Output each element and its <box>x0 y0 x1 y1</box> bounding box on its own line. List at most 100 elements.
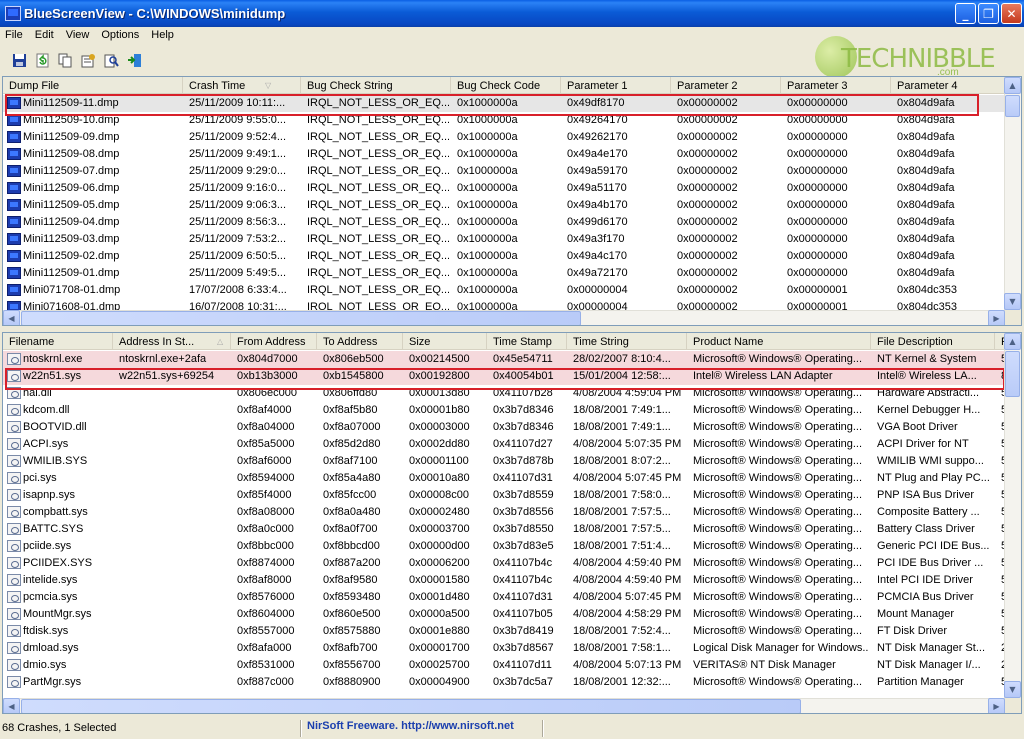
properties-icon[interactable] <box>79 51 97 69</box>
scroll-left-icon[interactable]: ◀ <box>3 698 20 713</box>
column-header[interactable]: Parameter 2 <box>671 77 781 94</box>
table-row[interactable]: kdcom.dll 0xf8af4000 0xf8af5b80 0x00001b80 0… <box>3 402 1005 419</box>
table-row[interactable]: pciide.sys 0xf8bbc000 0xf8bbcd00 0x00000d00… <box>3 538 1005 555</box>
crash-list-hscroll[interactable]: ◀ ▶ <box>3 310 1005 325</box>
table-row[interactable]: isapnp.sys 0xf85f4000 0xf85fcc00 0x00008c00… <box>3 487 1005 504</box>
table-row[interactable]: dmload.sys 0xf8afa000 0xf8afb700 0x00001700… <box>3 640 1005 657</box>
column-header[interactable]: Address In St... △ <box>113 333 231 350</box>
column-header[interactable]: Dump File <box>3 77 183 94</box>
table-row[interactable]: BATTC.SYS 0xf8a0c000 0xf8a0f700 0x00003700 0… <box>3 521 1005 538</box>
column-header[interactable]: From Address <box>231 333 317 350</box>
table-row[interactable]: MountMgr.sys 0xf8604000 0xf860e500 0x0000a5… <box>3 606 1005 623</box>
crash-list[interactable]: Dump File Crash Time ▽ Bug Check String Bug … <box>2 76 1022 326</box>
table-row[interactable]: compbatt.sys 0xf8a08000 0xf8a0a480 0x000024… <box>3 504 1005 521</box>
column-header[interactable]: Size <box>403 333 487 350</box>
driver-file-icon <box>7 642 21 654</box>
minimize-button[interactable]: _ <box>955 3 976 24</box>
save-icon[interactable] <box>10 51 28 69</box>
table-cell: 0x00001700 <box>409 642 470 654</box>
table-row[interactable]: Mini112509-01.dmp 25/11/2009 5:49:5... IRQ… <box>3 265 1005 282</box>
table-cell: 0x806eb500 <box>323 353 384 365</box>
driver-list-vscroll[interactable]: ▲ ▼ <box>1004 333 1021 698</box>
column-header[interactable]: Bug Check String <box>301 77 451 94</box>
table-row[interactable]: Mini112509-09.dmp 25/11/2009 9:52:4... IRQ… <box>3 129 1005 146</box>
table-cell: 25/11/2009 5:49:5... <box>189 267 287 279</box>
table-row[interactable]: WMILIB.SYS 0xf8af6000 0xf8af7100 0x00001100… <box>3 453 1005 470</box>
table-row[interactable]: Mini112509-04.dmp 25/11/2009 8:56:3... IRQ… <box>3 214 1005 231</box>
dump-file-icon <box>7 148 21 160</box>
table-cell: 0x3b7d83e5 <box>493 540 554 552</box>
table-row[interactable]: ntoskrnl.exe ntoskrnl.exe+2afa 0x804d7000 0… <box>3 351 1005 368</box>
menu-file[interactable]: File <box>0 27 29 41</box>
column-header[interactable]: Bug Check Code <box>451 77 561 94</box>
table-row[interactable]: hal.dll 0x806ec000 0x806ffd80 0x00013d80 0x4… <box>3 385 1005 402</box>
column-header[interactable]: Parameter 4 <box>891 77 1005 94</box>
column-header[interactable]: Product Name <box>687 333 871 350</box>
driver-list[interactable]: Filename Address In St... △ From Address To … <box>2 332 1022 714</box>
copy-icon[interactable] <box>56 51 74 69</box>
table-row[interactable]: intelide.sys 0xf8af8000 0xf8af9580 0x000015… <box>3 572 1005 589</box>
column-header[interactable]: To Address <box>317 333 403 350</box>
status-nirsoft-link[interactable]: NirSoft Freeware. http://www.nirsoft.net <box>307 720 514 732</box>
close-button[interactable]: ✕ <box>1001 3 1022 24</box>
hscroll-thumb[interactable] <box>21 699 801 713</box>
table-row[interactable]: w22n51.sys w22n51.sys+69254 0xb13b3000 0xb1… <box>3 368 1005 385</box>
table-row[interactable]: Mini071708-01.dmp 17/07/2008 6:33:4... IRQ… <box>3 282 1005 299</box>
table-cell: BATTC.SYS <box>23 523 84 535</box>
table-row[interactable]: pcmcia.sys 0xf8576000 0xf8593480 0x0001d480… <box>3 589 1005 606</box>
column-header[interactable]: Filename <box>3 333 113 350</box>
table-row[interactable]: Mini112509-11.dmp 25/11/2009 10:11:... IRQ… <box>3 95 1005 112</box>
sort-ascending-icon: △ <box>217 337 224 346</box>
vscroll-thumb[interactable] <box>1005 95 1020 117</box>
table-row[interactable]: Mini112509-10.dmp 25/11/2009 9:55:0... IRQ… <box>3 112 1005 129</box>
column-header[interactable]: Crash Time ▽ <box>183 77 301 94</box>
crash-list-vscroll[interactable]: ▲ ▼ <box>1004 77 1021 310</box>
column-header[interactable]: Time String <box>567 333 687 350</box>
table-row[interactable]: PartMgr.sys 0xf887c000 0xf8880900 0x0000490… <box>3 674 1005 691</box>
table-row[interactable]: Mini112509-06.dmp 25/11/2009 9:16:0... IRQ… <box>3 180 1005 197</box>
hscroll-thumb[interactable] <box>21 311 581 325</box>
title-bar[interactable]: BlueScreenView - C:\WINDOWS\minidump _ ❐… <box>0 0 1024 27</box>
table-row[interactable]: dmio.sys 0xf8531000 0xf8556700 0x00025700 0x… <box>3 657 1005 674</box>
table-row[interactable]: Mini112509-07.dmp 25/11/2009 9:29:0... IRQ… <box>3 163 1005 180</box>
table-cell: 0x00000000 <box>787 114 848 126</box>
menu-help[interactable]: Help <box>145 27 180 41</box>
vscroll-thumb[interactable] <box>1005 351 1020 397</box>
table-row[interactable]: Mini112509-03.dmp 25/11/2009 7:53:2... IRQ… <box>3 231 1005 248</box>
refresh-icon[interactable] <box>33 51 51 69</box>
column-header[interactable]: Parameter 1 <box>561 77 671 94</box>
table-row[interactable]: Mini112509-08.dmp 25/11/2009 9:49:1... IRQ… <box>3 146 1005 163</box>
table-row[interactable]: Mini112509-02.dmp 25/11/2009 6:50:5... IRQ… <box>3 248 1005 265</box>
table-row[interactable]: PCIIDEX.SYS 0xf8874000 0xf887a200 0x0000620… <box>3 555 1005 572</box>
scroll-right-icon[interactable]: ▶ <box>988 310 1005 325</box>
scroll-up-icon[interactable]: ▲ <box>1004 77 1021 94</box>
scroll-down-icon[interactable]: ▼ <box>1004 293 1021 310</box>
scroll-down-icon[interactable]: ▼ <box>1004 681 1021 698</box>
driver-list-hscroll[interactable]: ◀ ▶ <box>3 698 1005 713</box>
scroll-left-icon[interactable]: ◀ <box>3 310 20 325</box>
table-cell: IRQL_NOT_LESS_OR_EQ... <box>307 148 449 160</box>
table-cell: 0x00000002 <box>677 97 738 109</box>
table-row[interactable]: ACPI.sys 0xf85a5000 0xf85d2d80 0x0002dd80 0x… <box>3 436 1005 453</box>
exit-icon[interactable] <box>125 51 143 69</box>
table-row[interactable]: BOOTVID.dll 0xf8a04000 0xf8a07000 0x0000300… <box>3 419 1005 436</box>
table-cell: 25/11/2009 10:11:... <box>189 97 286 109</box>
menu-options[interactable]: Options <box>95 27 145 41</box>
table-row[interactable]: pci.sys 0xf8594000 0xf85a4a80 0x00010a80 0x4… <box>3 470 1005 487</box>
column-header[interactable]: File Description <box>871 333 995 350</box>
maximize-button[interactable]: ❐ <box>978 3 999 24</box>
table-row[interactable]: Mini112509-05.dmp 25/11/2009 9:06:3... IRQ… <box>3 197 1005 214</box>
app-icon[interactable] <box>5 6 21 21</box>
table-cell: ACPI Driver for NT <box>877 438 969 450</box>
table-row[interactable]: ftdisk.sys 0xf8557000 0xf8575880 0x0001e880… <box>3 623 1005 640</box>
table-cell: 0xf8604000 <box>237 608 295 620</box>
column-header[interactable]: Parameter 3 <box>781 77 891 94</box>
menu-view[interactable]: View <box>60 27 96 41</box>
scroll-right-icon[interactable]: ▶ <box>988 698 1005 713</box>
menu-edit[interactable]: Edit <box>29 27 60 41</box>
table-cell: 0x0000a500 <box>409 608 470 620</box>
column-header[interactable]: Time Stamp <box>487 333 567 350</box>
scroll-up-icon[interactable]: ▲ <box>1004 333 1021 350</box>
table-cell: 0xf8531000 <box>237 659 295 671</box>
find-icon[interactable] <box>102 51 120 69</box>
